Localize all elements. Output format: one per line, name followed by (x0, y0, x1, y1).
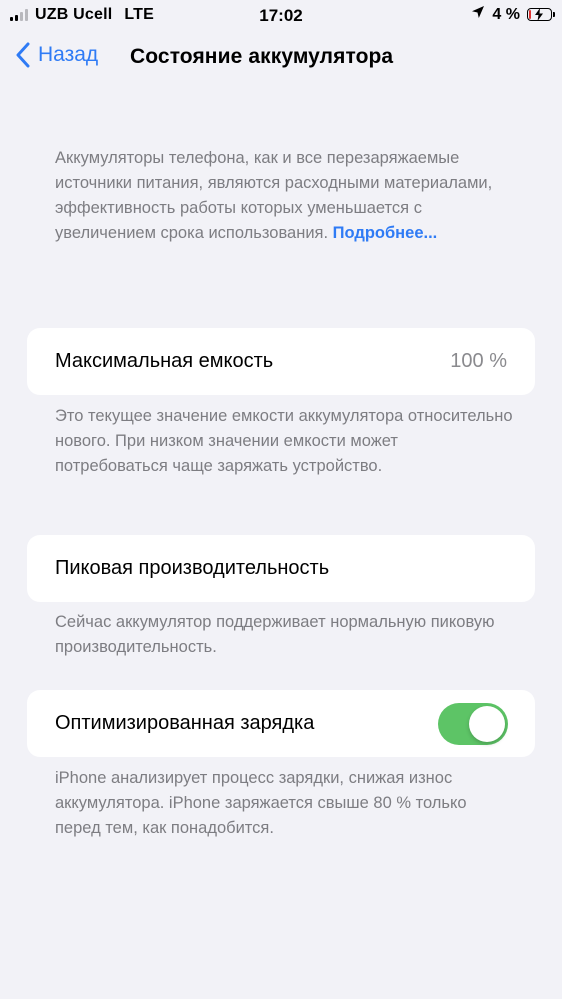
battery-charging-icon (527, 8, 555, 21)
max-capacity-row: Максимальная емкость 100 % (27, 328, 535, 395)
status-right: 4 % (471, 5, 555, 24)
intro-description: Аккумуляторы телефона, как и все перезар… (55, 146, 505, 246)
peak-performance-footnote: Сейчас аккумулятор поддерживает нормальн… (55, 613, 495, 656)
back-button[interactable]: Назад (16, 42, 98, 68)
toggle-knob (469, 706, 505, 742)
page-title: Состояние аккумулятора (130, 45, 394, 68)
optimized-charging-row: Оптимизированная зарядка (27, 690, 535, 757)
max-capacity-footnote: Это текущее значение емкости аккумулятор… (55, 407, 513, 475)
status-bar: UZB Ucell LTE 17:02 4 % (0, 0, 562, 32)
location-arrow-icon (471, 5, 485, 24)
optimized-charging-footnote: iPhone анализирует процесс зарядки, сниж… (55, 769, 467, 837)
max-capacity-value: 100 % (450, 350, 507, 372)
optimized-charging-label: Оптимизированная зарядка (55, 712, 315, 734)
navigation-bar: Назад Состояние аккумулятора (0, 38, 562, 78)
chevron-left-icon (16, 42, 30, 68)
learn-more-link[interactable]: Подробнее... (333, 224, 438, 242)
back-label: Назад (38, 43, 99, 66)
peak-performance-row: Пиковая производительность (27, 535, 535, 602)
optimized-charging-toggle[interactable] (438, 703, 508, 745)
peak-performance-label: Пиковая производительность (55, 557, 330, 579)
battery-percent: 4 % (492, 5, 520, 23)
max-capacity-label: Максимальная емкость (55, 350, 274, 372)
